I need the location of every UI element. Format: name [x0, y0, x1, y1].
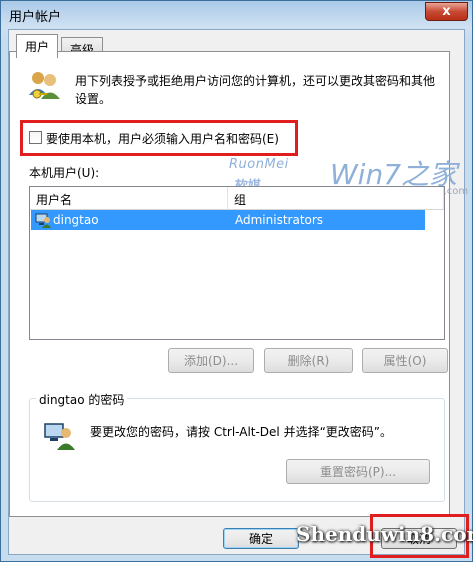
password-group-title: dingtao 的密码	[36, 391, 128, 408]
column-header-group[interactable]: 组	[228, 187, 444, 209]
watermark-ruanmei: RuonMei	[229, 157, 289, 172]
users-icon	[28, 69, 62, 101]
column-header-username[interactable]: 用户名	[30, 187, 228, 209]
users-listview[interactable]: 用户名 组 dingtao Administrators	[29, 186, 445, 340]
window-title: 用户帐户	[9, 10, 62, 25]
password-groupbox	[29, 398, 445, 502]
remove-user-button[interactable]: 删除(R)	[264, 348, 353, 373]
ok-button[interactable]: 确定	[223, 528, 299, 549]
row-group: Administrators	[235, 213, 324, 227]
password-instructions: 要更改您的密码，请按 Ctrl-Alt-Del 并选择“更改密码”。	[90, 425, 393, 439]
require-login-label[interactable]: 要使用本机，用户必须输入用户名和密码(E)	[46, 130, 279, 147]
properties-button[interactable]: 属性(O)	[362, 348, 448, 373]
watermark-shenduwin8: Shenduwin8.com	[296, 522, 473, 546]
close-icon: x	[442, 4, 451, 19]
intro-text: 用下列表授予或拒绝用户访问您的计算机，还可以更改其密码和其他设置。	[75, 74, 436, 106]
table-row[interactable]: dingtao Administrators	[31, 210, 425, 230]
require-login-checkbox[interactable]	[29, 131, 42, 144]
reset-password-button[interactable]: 重置密码(P)...	[286, 459, 430, 484]
user-computer-icon	[35, 212, 51, 228]
password-user-icon	[44, 420, 76, 450]
close-button[interactable]: x	[425, 2, 468, 21]
row-username: dingtao	[53, 213, 99, 227]
users-list-label: 本机用户(U):	[29, 166, 100, 180]
title-bar[interactable]: 用户帐户 x	[1, 1, 472, 27]
add-user-button[interactable]: 添加(D)...	[168, 348, 254, 373]
tab-users[interactable]: 用户	[16, 34, 59, 58]
